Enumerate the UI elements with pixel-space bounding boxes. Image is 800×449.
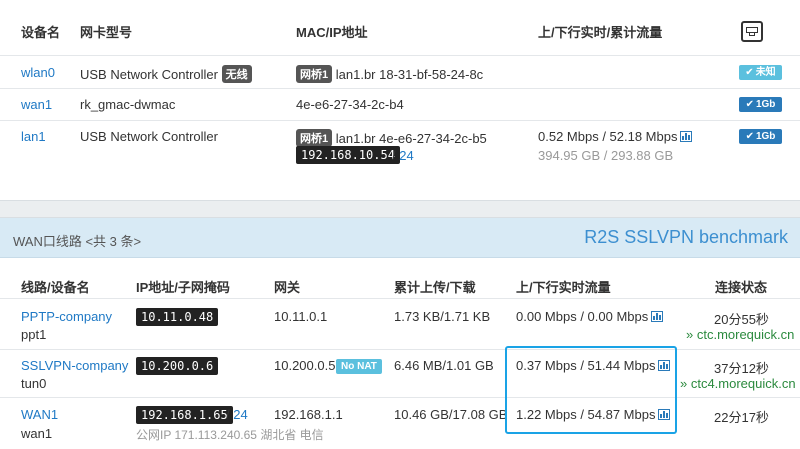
total-traffic: 10.46 GB/17.08 GB	[394, 407, 508, 422]
benchmark-title: R2S SSLVPN benchmark	[584, 227, 788, 247]
col-header-device: 设备名	[21, 25, 61, 40]
nic-model: rk_gmac-dwmac	[80, 97, 176, 112]
mac-text: lan1.br 4e-e6-27-34-2c-b5	[335, 131, 487, 146]
check-icon: ✔	[745, 99, 754, 110]
line-device: wan1	[21, 426, 53, 441]
col-header-rate: 上/下行实时流量	[516, 280, 611, 295]
line-name-link[interactable]: WAN1	[21, 407, 58, 422]
traffic-rate-text: 0.00 Mbps / 0.00 Mbps	[516, 309, 649, 324]
total-traffic: 6.46 MB/1.01 GB	[394, 358, 494, 373]
subnet-prefix-link[interactable]: 24	[399, 148, 413, 163]
bridge-badge: 网桥1	[296, 65, 333, 83]
nic-model: USB Network Controller 无线	[80, 65, 252, 83]
mac-text: lan1.br 18-31-bf-58-24-8c	[335, 67, 484, 82]
col-header-status: 连接状态	[715, 280, 768, 295]
link-speed-text: 未知	[755, 67, 776, 78]
nic-model-text: USB Network Controller	[80, 67, 218, 82]
ip-address-badge: 10.200.0.6	[136, 357, 219, 375]
wireless-badge: 无线	[221, 65, 252, 83]
subnet-mask: / 24	[392, 148, 414, 163]
col-header-line: 线路/设备名	[21, 280, 90, 295]
subnet-mask: / 24	[226, 407, 248, 422]
link-speed-badge: ✔ 1Gb	[739, 97, 782, 112]
device-panel: 设备名 网卡型号 MAC/IP地址 上/下行实时/累计流量 wlan0 USB …	[0, 0, 800, 201]
connection-host: » ctc4.morequick.cn	[680, 376, 796, 391]
nic-model: USB Network Controller	[80, 129, 218, 144]
line-name-link[interactable]: SSLVPN-company	[21, 358, 128, 373]
ip-address-badge: 10.11.0.48	[136, 308, 219, 326]
mac-text: 4e-e6-27-34-2c-b4	[296, 97, 404, 112]
col-header-traffic: 上/下行实时/累计流量	[538, 25, 663, 40]
check-icon: ✔	[745, 67, 754, 78]
wan-panel-title: WAN口线路 <共 3 条>	[13, 234, 142, 249]
connection-host: » ctc.morequick.cn	[686, 327, 795, 342]
col-header-gateway: 网关	[274, 280, 301, 295]
mac-address: 网桥1 lan1.br 18-31-bf-58-24-8c	[296, 65, 483, 83]
gateway: 192.168.1.1	[274, 407, 343, 422]
mac-address: 网桥1 lan1.br 4e-e6-27-34-2c-b5	[296, 129, 487, 147]
link-speed-badge: ✔ 未知	[739, 65, 782, 80]
ethernet-port-icon[interactable]	[741, 21, 763, 42]
line-device: tun0	[21, 376, 47, 391]
check-icon: ✔	[745, 131, 754, 142]
subnet-prefix-link[interactable]: 24	[233, 407, 247, 422]
gateway: 10.200.0.5	[274, 358, 336, 373]
link-speed-text: 1Gb	[755, 99, 776, 110]
line-device: ppt1	[21, 327, 47, 342]
ip-address-badge: 192.168.1.65	[136, 406, 233, 424]
public-ip: 公网IP 171.113.240.65 湖北省 电信	[136, 428, 324, 442]
device-name-link[interactable]: wan1	[21, 97, 52, 112]
connection-uptime: 22分17秒	[714, 410, 769, 425]
device-name-link[interactable]: lan1	[21, 129, 46, 144]
col-header-ip: IP地址/子网掩码	[136, 280, 230, 295]
bridge-badge: 网桥1	[296, 129, 333, 147]
col-header-model: 网卡型号	[80, 25, 133, 40]
device-name-link[interactable]: wlan0	[21, 65, 55, 80]
link-speed-text: 1Gb	[755, 131, 776, 142]
traffic-rate: 0.52 Mbps / 52.18 Mbps	[538, 129, 693, 144]
bar-chart-icon[interactable]	[651, 311, 664, 322]
col-header-mac: MAC/IP地址	[296, 25, 368, 40]
gateway: 10.11.0.1	[274, 309, 328, 324]
connection-uptime: 20分55秒	[714, 312, 769, 327]
ip-address-badge: 192.168.10.54	[296, 146, 400, 164]
line-name-link[interactable]: PPTP-company	[21, 309, 112, 324]
link-speed-badge: ✔ 1Gb	[739, 129, 782, 144]
no-nat-badge: No NAT	[336, 359, 382, 374]
wan-panel-header: WAN口线路 <共 3 条> R2S SSLVPN benchmark	[0, 218, 800, 258]
traffic-total: 394.95 GB / 293.88 GB	[538, 148, 674, 163]
highlight-box	[505, 346, 677, 434]
traffic-rate-text: 0.52 Mbps / 52.18 Mbps	[538, 129, 678, 144]
bar-chart-icon[interactable]	[680, 131, 693, 142]
traffic-rate: 0.00 Mbps / 0.00 Mbps	[516, 309, 664, 324]
col-header-total: 累计上传/下载	[394, 280, 476, 295]
connection-uptime: 37分12秒	[714, 361, 769, 376]
total-traffic: 1.73 KB/1.71 KB	[394, 309, 491, 324]
